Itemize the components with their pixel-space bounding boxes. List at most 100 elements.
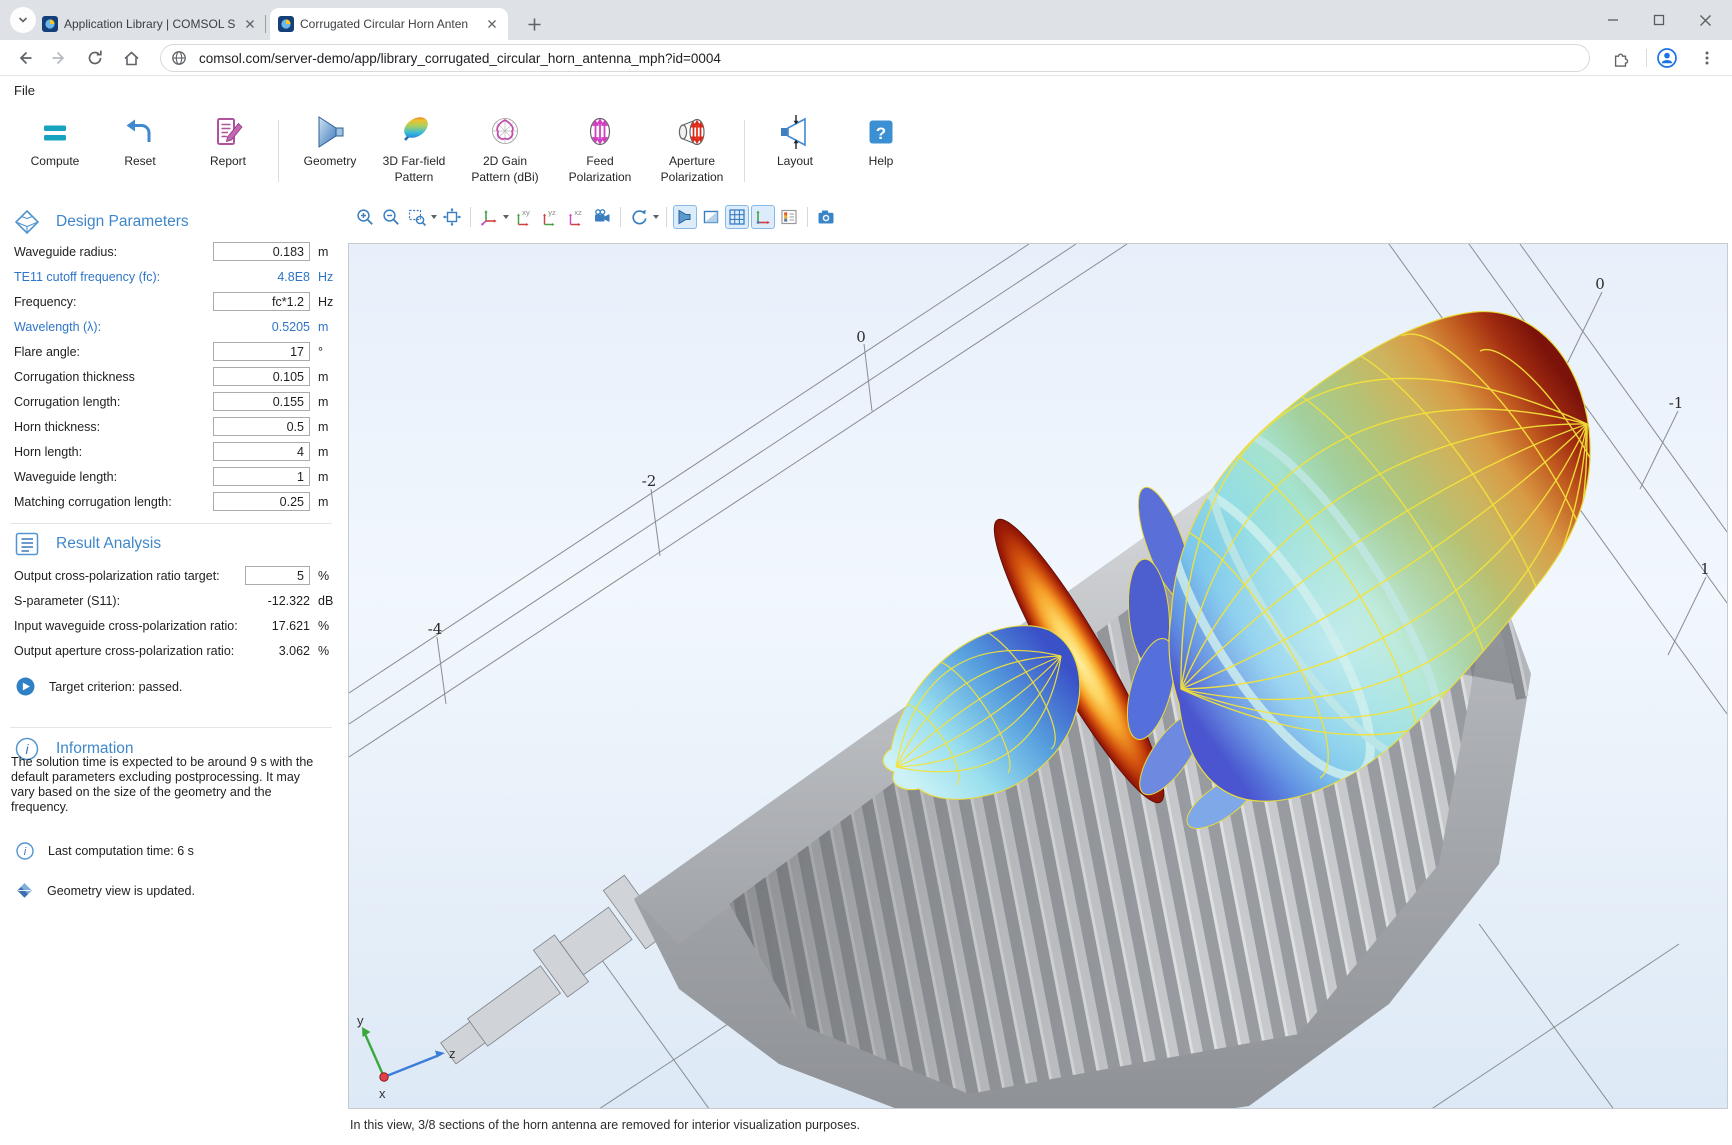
back-button[interactable] xyxy=(12,45,38,71)
button-label: Aperture xyxy=(669,154,715,168)
axis-label: 1 xyxy=(1700,560,1710,578)
zoom-in-button[interactable] xyxy=(353,205,377,229)
reload-icon xyxy=(86,49,104,67)
default-3d-view-button[interactable] xyxy=(477,205,501,229)
button-label: Help xyxy=(869,154,894,168)
coordinate-triad: y z x xyxy=(357,1013,456,1101)
feed-polarization-button[interactable]: Feed Polarization xyxy=(554,112,646,184)
design-parameters-icon xyxy=(14,209,40,235)
zoom-extents-button[interactable] xyxy=(440,205,464,229)
param-unit: Hz xyxy=(318,295,333,309)
horn-icon xyxy=(675,207,695,227)
close-button[interactable] xyxy=(1682,0,1728,40)
tab-close-icon[interactable] xyxy=(484,16,500,32)
view-xz-button[interactable]: xz xyxy=(564,205,588,229)
file-menu[interactable]: File xyxy=(14,83,35,98)
waveguide-section xyxy=(441,875,667,1064)
param-input[interactable] xyxy=(213,442,310,461)
extensions-button[interactable] xyxy=(1608,45,1634,71)
compute-button[interactable]: Compute xyxy=(9,112,101,168)
reload-button[interactable] xyxy=(82,45,108,71)
graphics-toolbar: xy yz xz xyxy=(352,202,839,232)
screenshot-button[interactable] xyxy=(814,205,838,229)
horn-display-toggle[interactable] xyxy=(673,205,697,229)
site-globe-icon xyxy=(171,50,187,66)
param-input[interactable] xyxy=(213,392,310,411)
window-controls xyxy=(1590,0,1728,40)
default-3d-view-icon xyxy=(479,207,499,227)
profile-avatar-icon xyxy=(1656,47,1678,69)
help-button[interactable]: ? Help xyxy=(835,112,927,168)
far-field-3d-button[interactable]: 3D Far-field Pattern xyxy=(368,112,460,184)
result-row: Input waveguide cross-polarization ratio… xyxy=(0,616,346,638)
button-label: 3D Far-field xyxy=(383,154,446,168)
triad-y-label: y xyxy=(357,1013,364,1028)
layout-button[interactable]: Layout xyxy=(749,112,841,168)
tab-title: Application Library | COMSOL S xyxy=(64,17,236,31)
param-input[interactable] xyxy=(213,342,310,361)
param-input[interactable] xyxy=(213,417,310,436)
svg-text:yz: yz xyxy=(548,208,556,217)
transparency-toggle[interactable] xyxy=(699,205,723,229)
aperture-polarization-button[interactable]: Aperture Polarization xyxy=(646,112,738,184)
gain-2d-button[interactable]: 2D Gain Pattern (dBi) xyxy=(459,112,551,184)
geometry-updated-note: Geometry view is updated. xyxy=(16,882,195,899)
forward-button[interactable] xyxy=(46,45,72,71)
default-3d-view-caret[interactable] xyxy=(503,215,509,219)
geometry-button[interactable]: Geometry xyxy=(284,112,376,168)
3d-scene: 0 -2 -4 0 -1 1 xyxy=(349,244,1727,1108)
rotate-button[interactable] xyxy=(627,205,651,229)
color-legend-toggle[interactable] xyxy=(777,205,801,229)
param-unit: m xyxy=(318,445,328,459)
tab-application-library[interactable]: Application Library | COMSOL S xyxy=(34,8,266,40)
comsol-favicon xyxy=(278,16,294,32)
minimize-button[interactable] xyxy=(1590,0,1636,40)
rotate-caret[interactable] xyxy=(653,215,659,219)
param-row: Horn thickness: m xyxy=(0,417,346,439)
tab-horn-antenna[interactable]: Corrugated Circular Horn Anten xyxy=(270,8,508,40)
view-xy-button[interactable]: xy xyxy=(512,205,536,229)
url-text: comsol.com/server-demo/app/library_corru… xyxy=(199,51,721,66)
param-value: 4.8E8 xyxy=(180,270,310,284)
gain-2d-icon xyxy=(485,112,525,152)
zoom-box-button[interactable] xyxy=(405,205,429,229)
profile-button[interactable] xyxy=(1654,45,1680,71)
zoom-box-caret[interactable] xyxy=(431,215,437,219)
param-input[interactable] xyxy=(213,492,310,511)
report-button[interactable]: Report xyxy=(182,112,274,168)
result-input[interactable] xyxy=(245,566,310,585)
param-input[interactable] xyxy=(213,292,310,311)
scene-light-icon xyxy=(592,207,612,227)
param-input[interactable] xyxy=(213,242,310,261)
axes-toggle[interactable] xyxy=(751,205,775,229)
result-unit: % xyxy=(318,619,329,633)
3d-graphics-canvas[interactable]: 0 -2 -4 0 -1 1 xyxy=(348,243,1728,1109)
param-label: Waveguide radius: xyxy=(14,245,117,259)
triad-x-label: x xyxy=(379,1086,386,1101)
tab-close-icon[interactable] xyxy=(242,16,258,32)
color-legend-icon xyxy=(779,207,799,227)
zoom-box-icon xyxy=(407,207,427,227)
maximize-button[interactable] xyxy=(1636,0,1682,40)
button-label: Pattern (dBi) xyxy=(471,170,538,184)
browser-menu-button[interactable] xyxy=(1694,45,1720,71)
help-icon: ? xyxy=(861,112,901,152)
zoom-out-button[interactable] xyxy=(379,205,403,229)
param-unit: m xyxy=(318,395,328,409)
svg-text:?: ? xyxy=(876,124,886,143)
param-input[interactable] xyxy=(213,367,310,386)
reset-icon xyxy=(120,112,160,152)
url-bar[interactable]: comsol.com/server-demo/app/library_corru… xyxy=(160,44,1590,72)
section-title: Design Parameters xyxy=(56,213,189,231)
reset-button[interactable]: Reset xyxy=(94,112,186,168)
axis-label: -4 xyxy=(428,620,443,638)
param-input[interactable] xyxy=(213,467,310,486)
new-tab-button[interactable] xyxy=(520,10,548,38)
button-label: Polarization xyxy=(569,170,632,184)
tab-search-button[interactable] xyxy=(10,7,36,33)
grid-toggle[interactable] xyxy=(725,205,749,229)
param-label: Corrugation thickness xyxy=(14,370,135,384)
view-yz-button[interactable]: yz xyxy=(538,205,562,229)
scene-light-button[interactable] xyxy=(590,205,614,229)
home-button[interactable] xyxy=(118,45,144,71)
